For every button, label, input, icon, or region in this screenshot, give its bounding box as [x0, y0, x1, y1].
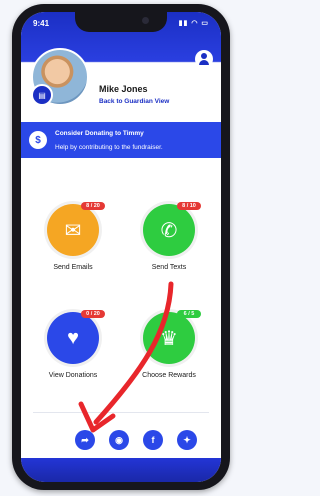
rewards-progress-badge: 6 / 5	[177, 310, 201, 318]
donate-coin-icon: $	[29, 131, 47, 149]
choose-rewards-button[interactable]: ♛ 6 / 5 Choose Rewards	[129, 310, 209, 392]
envelope-icon: ✉	[47, 204, 99, 256]
divider	[33, 412, 209, 413]
account-icon[interactable]	[195, 50, 213, 68]
trophy-icon: ♛	[143, 312, 195, 364]
view-donations-button[interactable]: ♥ 0 / 20 View Donations	[33, 310, 113, 392]
user-name: Mike Jones	[99, 84, 148, 94]
app-screen: 9:41 ▮▮ ◠ ▭ ▤ Mike Jones Back to Guardia…	[21, 12, 221, 482]
phone-frame: 9:41 ▮▮ ◠ ▭ ▤ Mike Jones Back to Guardia…	[12, 4, 230, 490]
footer-bar	[21, 458, 221, 482]
facebook-icon[interactable]: f	[143, 430, 163, 450]
signal-wifi-battery-icon: ▮▮ ◠ ▭	[178, 20, 209, 27]
back-to-guardian-link[interactable]: Back to Guardian View	[99, 98, 169, 105]
banner-subtitle: Help by contributing to the fundraiser.	[55, 144, 163, 151]
send-texts-button[interactable]: ✆ 8 / 10 Send Texts	[129, 202, 209, 284]
send-emails-label: Send Emails	[53, 264, 93, 271]
id-card-icon[interactable]: ▤	[31, 84, 53, 106]
status-bar: 9:41 ▮▮ ◠ ▭	[21, 12, 221, 34]
choose-rewards-label: Choose Rewards	[142, 372, 196, 379]
phone-message-icon: ✆	[143, 204, 195, 256]
view-donations-label: View Donations	[48, 372, 98, 379]
twitter-icon[interactable]: ✦	[177, 430, 197, 450]
donations-progress-badge: 0 / 20	[81, 310, 105, 318]
donate-banner[interactable]: $ Consider Donating to Timmy Help by con…	[21, 122, 221, 158]
messenger-icon[interactable]: ◉	[109, 430, 129, 450]
texts-progress-badge: 8 / 10	[177, 202, 201, 210]
share-icon[interactable]: ➦	[75, 430, 95, 450]
send-texts-label: Send Texts	[151, 264, 187, 271]
status-time: 9:41	[33, 19, 50, 28]
banner-title: Consider Donating to Timmy	[55, 130, 144, 137]
piggy-bank-icon: ♥	[47, 312, 99, 364]
send-emails-button[interactable]: ✉ 8 / 20 Send Emails	[33, 202, 113, 284]
email-progress-badge: 8 / 20	[81, 202, 105, 210]
